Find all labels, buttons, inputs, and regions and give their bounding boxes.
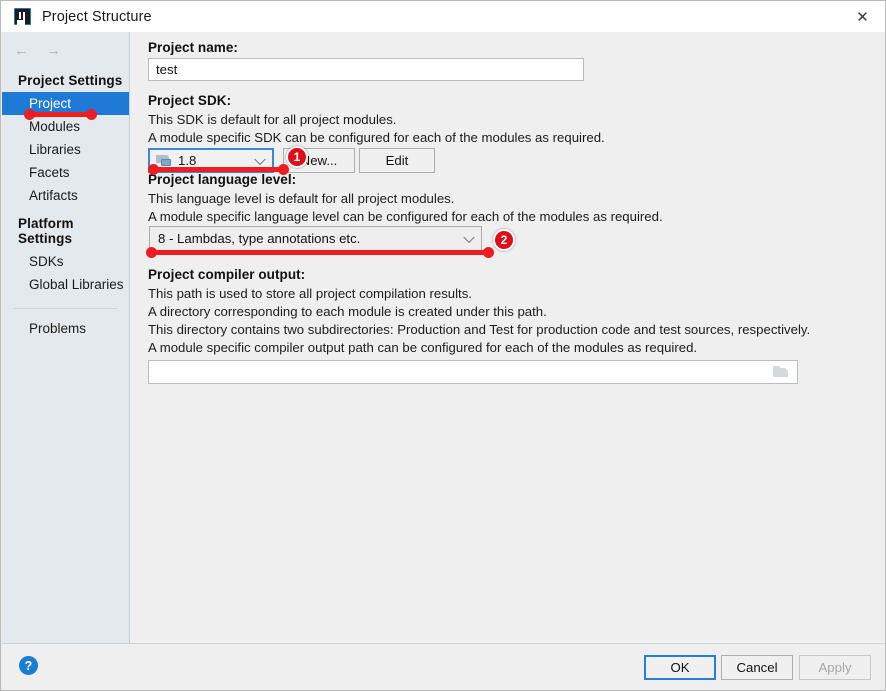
chevron-down-icon bbox=[254, 153, 266, 165]
forward-icon[interactable]: → bbox=[46, 42, 61, 59]
sidebar-group-platform-settings: Platform Settings bbox=[18, 216, 74, 246]
window-title: Project Structure bbox=[42, 8, 152, 25]
annotation-underline-sidebar bbox=[29, 112, 91, 117]
annotation-dot bbox=[86, 109, 97, 120]
sidebar-item-global-libraries[interactable]: Global Libraries bbox=[2, 273, 129, 296]
language-level-value: 8 - Lambdas, type annotations etc. bbox=[158, 231, 361, 246]
ok-button[interactable]: OK bbox=[644, 655, 716, 680]
sidebar-group-project-settings: Project Settings bbox=[18, 73, 123, 88]
chevron-down-icon bbox=[463, 231, 475, 243]
compiler-output-label: Project compiler output: bbox=[148, 267, 306, 282]
annotation-badge-1: 1 bbox=[286, 146, 308, 168]
compiler-output-desc-1: This path is used to store all project c… bbox=[148, 286, 472, 301]
language-level-label: Project language level: bbox=[148, 172, 297, 187]
edit-sdk-button[interactable]: Edit bbox=[359, 148, 435, 173]
annotation-underline-language-level bbox=[151, 250, 488, 255]
language-level-desc-2: A module specific language level can be … bbox=[148, 209, 663, 224]
language-level-desc-1: This language level is default for all p… bbox=[148, 191, 455, 206]
sidebar-item-problems[interactable]: Problems bbox=[2, 317, 129, 340]
close-icon[interactable]: ✕ bbox=[840, 1, 885, 32]
help-icon[interactable]: ? bbox=[19, 656, 38, 675]
annotation-dot bbox=[483, 247, 494, 258]
project-name-input[interactable]: test bbox=[148, 58, 584, 81]
sidebar-item-facets[interactable]: Facets bbox=[2, 161, 129, 184]
annotation-badge-2: 2 bbox=[493, 229, 515, 251]
folder-icon[interactable] bbox=[773, 366, 789, 378]
compiler-output-input[interactable] bbox=[148, 360, 798, 384]
sdk-icon bbox=[156, 154, 172, 167]
project-sdk-desc-2: A module specific SDK can be configured … bbox=[148, 130, 605, 145]
back-icon[interactable]: ← bbox=[14, 42, 29, 59]
apply-button: Apply bbox=[799, 655, 871, 680]
title-bar: Project Structure ✕ bbox=[1, 1, 885, 32]
intellij-icon bbox=[14, 8, 31, 25]
annotation-dot bbox=[278, 164, 289, 175]
language-level-combo[interactable]: 8 - Lambdas, type annotations etc. bbox=[149, 226, 482, 251]
content-panel: Project name: test Project SDK: This SDK… bbox=[131, 32, 884, 644]
sidebar-item-sdks[interactable]: SDKs bbox=[2, 250, 129, 273]
sidebar-item-modules[interactable]: Modules bbox=[2, 115, 129, 138]
project-structure-dialog: Project Structure ✕ ← → Project Settings… bbox=[0, 0, 886, 691]
sidebar-item-libraries[interactable]: Libraries bbox=[2, 138, 129, 161]
sidebar-item-artifacts[interactable]: Artifacts bbox=[2, 184, 129, 207]
sidebar-divider bbox=[14, 308, 117, 309]
annotation-dot bbox=[146, 247, 157, 258]
project-sdk-value: 1.8 bbox=[178, 153, 197, 168]
cancel-button[interactable]: Cancel bbox=[721, 655, 793, 680]
compiler-output-desc-3: This directory contains two subdirectori… bbox=[148, 322, 811, 337]
compiler-output-desc-4: A module specific compiler output path c… bbox=[148, 340, 698, 355]
annotation-dot bbox=[24, 109, 35, 120]
compiler-output-desc-2: A directory corresponding to each module… bbox=[148, 304, 547, 319]
project-name-label: Project name: bbox=[148, 40, 238, 55]
project-sdk-desc-1: This SDK is default for all project modu… bbox=[148, 112, 397, 127]
project-sdk-label: Project SDK: bbox=[148, 93, 232, 108]
dialog-footer: ? OK Cancel Apply bbox=[2, 643, 884, 689]
sidebar: ← → Project Settings Project Modules Lib… bbox=[2, 32, 130, 644]
annotation-underline-sdk bbox=[153, 167, 283, 172]
annotation-dot bbox=[148, 164, 159, 175]
navigation-buttons: ← → bbox=[2, 37, 129, 63]
